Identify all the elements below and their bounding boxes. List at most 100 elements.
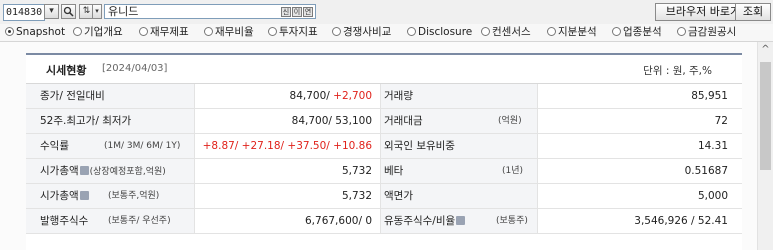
radio-icon <box>139 27 148 36</box>
value: 0.51687 <box>684 165 728 177</box>
tab-company-overview[interactable]: 기업개요 <box>73 25 123 40</box>
panel-date: [2024/04/03] <box>102 63 168 74</box>
table-row: 시가총액 (보통주,억원) 5,732 액면가 5,000 <box>26 184 742 209</box>
radio-icon <box>677 27 686 36</box>
tab-consensus[interactable]: 컨센서스 <box>481 25 531 40</box>
label: 수익률 <box>40 140 69 152</box>
change-value: +2,700 <box>333 90 372 102</box>
label-sub: (보통주,억원) <box>108 191 160 201</box>
return-values: +8.87/ +27.18/ +37.50/ +10.86 <box>202 140 372 152</box>
tab-financial-statements[interactable]: 재무제표 <box>139 25 189 40</box>
price-summary-panel: 시세현황 [2024/04/03] 단위 : 원, 주,% 종가/ 전일대비 8… <box>26 53 742 252</box>
tab-snapshot[interactable]: Snapshot <box>5 25 65 40</box>
value: 5,000 <box>697 190 728 202</box>
label-sub: (보통주/ 우선주) <box>108 216 171 226</box>
toolbar: 014830 ▾ ⇅ ▾ 유니드 신 이 연 브라우저 바로가기 조회 <box>0 0 773 25</box>
query-button[interactable]: 조회 <box>735 3 771 21</box>
info-icon[interactable] <box>456 216 466 225</box>
tab-industry-analysis[interactable]: 업종분석 <box>612 25 662 40</box>
label-sub: (억원) <box>498 116 522 126</box>
label: 발행주식수 <box>40 215 89 227</box>
label: 베타 <box>384 165 404 177</box>
label: 52주.최고가/ 최저가 <box>40 115 132 127</box>
divider <box>194 84 195 108</box>
sort-dropdown-button[interactable]: ▾ <box>92 4 102 19</box>
divider <box>194 134 195 158</box>
radio-icon <box>268 27 277 36</box>
search-icon <box>63 6 74 17</box>
label-text: 유동주식수/비율 <box>384 215 456 227</box>
divider <box>380 209 381 233</box>
divider <box>537 184 538 208</box>
label-sub: (상장예정포함,억원) <box>89 167 166 177</box>
radio-icon <box>73 27 82 36</box>
divider <box>380 184 381 208</box>
divider <box>194 109 195 133</box>
tab-label: Snapshot <box>16 26 66 38</box>
label: 거래대금 <box>384 115 423 127</box>
stock-code-input[interactable]: 014830 <box>3 4 45 21</box>
value: 3,546,926 / 52.41 <box>634 215 728 227</box>
value: 6,767,600/ 0 <box>305 215 372 227</box>
value-text: 84,700/ <box>289 90 330 102</box>
label-text: 시가총액 <box>40 190 79 202</box>
divider <box>380 134 381 158</box>
tab-investment-indicators[interactable]: 투자지표 <box>268 25 318 40</box>
mini-button-prev[interactable]: 이 <box>292 7 302 17</box>
label-sub: (1년) <box>502 166 524 176</box>
tab-label: 컨센서스 <box>492 26 531 38</box>
value: 14.31 <box>697 140 728 152</box>
value: 84,700/ +2,700 <box>290 84 372 108</box>
radio-icon <box>612 27 621 36</box>
radio-icon <box>481 27 490 36</box>
divider <box>537 159 538 183</box>
divider <box>194 159 195 183</box>
code-dropdown-button[interactable]: ▾ <box>44 4 59 19</box>
radio-icon <box>407 27 416 36</box>
tab-financial-ratios[interactable]: 재무비율 <box>204 25 254 40</box>
radio-icon <box>332 27 341 36</box>
label: 시가총액 <box>40 184 90 208</box>
vertical-scrollbar[interactable]: ^ <box>757 42 773 250</box>
mini-button-link[interactable]: 연 <box>303 7 313 17</box>
label: 시가총액 (상장예정포함,억원) <box>40 159 166 183</box>
value: 84,700/ 53,100 <box>291 115 372 127</box>
divider <box>537 84 538 108</box>
label: 거래량 <box>384 90 413 102</box>
tab-disclosure[interactable]: Disclosure <box>407 25 472 40</box>
scroll-thumb[interactable] <box>760 62 771 170</box>
tab-label: 업종분석 <box>623 26 662 38</box>
label: 유동주식수/비율 <box>384 209 466 233</box>
tab-fss-disclosure[interactable]: 금감원공시 <box>677 25 736 40</box>
radio-icon <box>547 27 556 36</box>
search-button[interactable] <box>61 4 76 19</box>
value: 85,951 <box>691 90 728 102</box>
label: 종가/ 전일대비 <box>40 90 105 102</box>
divider <box>537 109 538 133</box>
tab-label: 금감원공시 <box>688 26 737 38</box>
divider <box>380 109 381 133</box>
divider <box>194 184 195 208</box>
section-tabs: Snapshot 기업개요 재무제표 재무비율 투자지표 경쟁사비교 Discl… <box>0 24 773 42</box>
radio-icon <box>204 27 213 36</box>
panel-unit: 단위 : 원, 주,% <box>643 65 712 77</box>
tab-label: 경쟁사비교 <box>343 26 392 38</box>
info-icon[interactable] <box>79 191 89 200</box>
value: 72 <box>714 115 728 127</box>
chevron-down-icon: ▾ <box>95 7 99 15</box>
tab-label: 재무제표 <box>150 26 189 38</box>
sort-icon: ⇅ <box>82 6 91 16</box>
tab-ownership-analysis[interactable]: 지분분석 <box>547 25 597 40</box>
table-row: 발행주식수 (보통주/ 우선주) 6,767,600/ 0 유동주식수/비율 (… <box>26 209 742 234</box>
chevron-down-icon: ▾ <box>49 6 54 16</box>
tab-peer-comparison[interactable]: 경쟁사비교 <box>332 25 391 40</box>
mini-button-new[interactable]: 신 <box>281 7 291 17</box>
divider <box>380 84 381 108</box>
divider <box>537 134 538 158</box>
label-sub: (1M/ 3M/ 6M/ 1Y) <box>104 141 181 151</box>
table-row: 종가/ 전일대비 84,700/ +2,700 거래량 85,951 <box>26 84 742 109</box>
chevron-up-icon[interactable]: ^ <box>758 42 773 58</box>
tab-label: 재무비율 <box>215 26 254 38</box>
info-icon[interactable] <box>79 166 89 175</box>
tab-label: 지분분석 <box>558 26 597 38</box>
